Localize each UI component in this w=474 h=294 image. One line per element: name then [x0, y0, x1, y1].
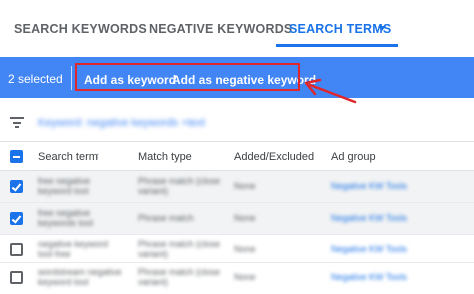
column-header-added-excluded[interactable]: Added/Excluded [234, 151, 314, 163]
search-term-cell: free negative keyword tool [38, 176, 91, 196]
table-row[interactable]: wordstream negative keyword tool Phrase m… [0, 263, 474, 294]
row-checkbox[interactable] [10, 212, 23, 225]
table-row[interactable]: free negative keyword tool Phrase match (… [0, 171, 474, 202]
chevron-down-icon[interactable] [378, 26, 386, 31]
filter-icon[interactable] [10, 117, 24, 128]
select-all-checkbox[interactable] [10, 150, 23, 163]
row-checkbox[interactable] [10, 180, 23, 193]
ad-group-link[interactable]: Negative KW Tools [331, 181, 407, 191]
sort-arrow-icon[interactable]: ↑ [95, 151, 100, 162]
active-tab-indicator [276, 44, 398, 47]
added-excluded-cell: None [234, 272, 256, 282]
selected-count: 2 selected [8, 72, 63, 86]
divider [71, 66, 72, 90]
ad-group-link[interactable]: Negative KW Tools [331, 272, 407, 282]
match-type-cell: Phrase match (close variant) [138, 267, 221, 287]
row-checkbox[interactable] [10, 243, 23, 256]
tab-search-keywords[interactable]: SEARCH KEYWORDS [14, 22, 147, 36]
table-row[interactable]: free negative keywords tool Phrase match … [0, 203, 474, 234]
tab-search-terms[interactable]: SEARCH TERMS [289, 22, 391, 36]
ad-group-link[interactable]: Negative KW Tools [331, 244, 407, 254]
tab-bar: SEARCH KEYWORDS NEGATIVE KEYWORDS SEARCH… [0, 0, 474, 48]
row-checkbox[interactable] [10, 271, 23, 284]
match-type-cell: Phrase match (close variant) [138, 176, 221, 196]
search-term-cell: wordstream negative keyword tool [38, 267, 122, 287]
highlight-annotation-box [75, 63, 300, 91]
search-term-cell: negative keyword tool free [38, 239, 109, 259]
annotation-arrow-icon [304, 78, 357, 104]
ad-group-link[interactable]: Negative KW Tools [331, 213, 407, 223]
search-term-cell: free negative keywords tool [38, 208, 94, 228]
column-header-search-term[interactable]: Search term [38, 151, 98, 163]
added-excluded-cell: None [234, 213, 256, 223]
added-excluded-cell: None [234, 181, 256, 191]
filter-chip[interactable]: Keyword: negative keywords +text [38, 117, 205, 129]
column-header-ad-group[interactable]: Ad group [331, 151, 376, 163]
column-header-match-type[interactable]: Match type [138, 151, 192, 163]
match-type-cell: Phrase match (close variant) [138, 239, 221, 259]
table-header: Search term Match type Added/Excluded Ad… [0, 142, 474, 170]
tab-negative-keywords[interactable]: NEGATIVE KEYWORDS [149, 22, 292, 36]
added-excluded-cell: None [234, 244, 256, 254]
match-type-cell: Phrase match [138, 213, 194, 223]
